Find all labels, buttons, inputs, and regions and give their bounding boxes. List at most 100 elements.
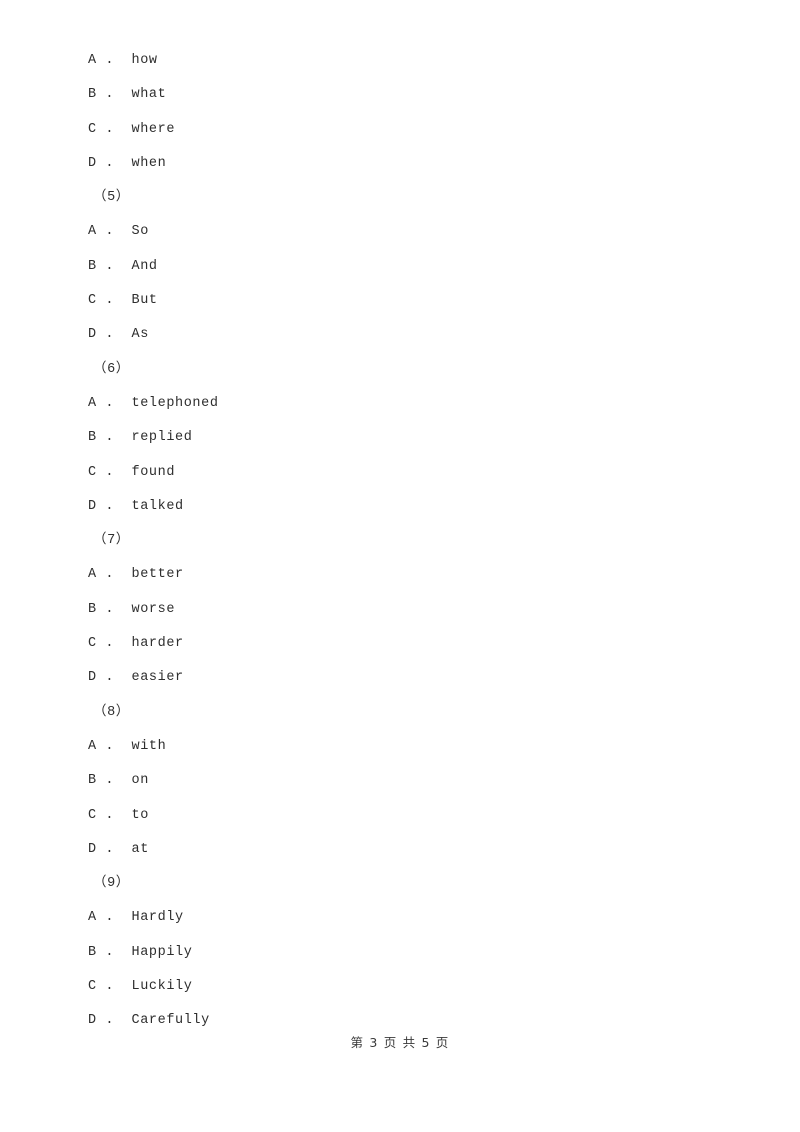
answer-option[interactable]: B . Happily [88, 936, 740, 970]
option-separator: . [96, 121, 132, 137]
option-text: telephoned [131, 395, 219, 411]
option-letter: A [88, 395, 97, 411]
option-text: Carefully [131, 1013, 210, 1029]
option-separator: . [96, 327, 132, 343]
option-letter: C [88, 121, 97, 137]
option-letter: A [88, 53, 97, 68]
option-separator: . [96, 464, 132, 480]
answer-option[interactable]: A . telephoned [88, 387, 740, 421]
option-letter: C [88, 636, 97, 652]
option-separator: . [96, 155, 132, 171]
option-letter: B [88, 430, 97, 446]
option-separator: . [96, 53, 132, 68]
page-footer: 第 3 页 共 5 页 [350, 1035, 450, 1050]
option-letter: C [88, 979, 97, 995]
option-separator: . [96, 258, 132, 274]
option-separator: . [96, 738, 132, 754]
option-text: So [131, 224, 149, 240]
question-number: （5） [93, 190, 130, 206]
option-letter: A [88, 910, 97, 926]
document-page: A . how B . what C . where D . when （5） A . S… [0, 0, 800, 1132]
option-text: replied [131, 430, 193, 446]
option-letter: B [88, 773, 97, 789]
document-body: A . how B . what C . where D . when （5） A . S… [88, 44, 740, 1039]
answer-option[interactable]: C . to [88, 799, 740, 833]
option-text: what [131, 87, 167, 103]
option-text: Hardly [131, 910, 184, 926]
option-separator: . [96, 87, 132, 103]
option-separator: . [96, 1013, 132, 1029]
option-text: easier [131, 670, 184, 686]
answer-option[interactable]: C . harder [88, 627, 740, 661]
option-separator: . [96, 636, 132, 652]
option-text: where [131, 121, 176, 137]
answer-option[interactable]: C . But [88, 284, 740, 318]
answer-option[interactable]: C . Luckily [88, 970, 740, 1004]
option-separator: . [96, 773, 132, 789]
option-letter: C [88, 464, 97, 480]
answer-option[interactable]: D . when [88, 147, 740, 181]
option-letter: D [88, 1013, 97, 1029]
answer-option[interactable]: D . talked [88, 490, 740, 524]
option-separator: . [96, 944, 132, 960]
answer-option[interactable]: D . easier [88, 661, 740, 695]
option-separator: . [96, 841, 132, 857]
option-letter: D [88, 327, 97, 343]
option-letter: B [88, 944, 97, 960]
option-separator: . [96, 293, 132, 309]
option-text: at [131, 841, 149, 857]
answer-option[interactable]: D . As [88, 318, 740, 352]
answer-option[interactable]: A . Hardly [88, 901, 740, 935]
answer-option[interactable]: A . So [88, 215, 740, 249]
option-letter: D [88, 670, 97, 686]
answer-option[interactable]: B . replied [88, 421, 740, 455]
option-text: worse [131, 601, 176, 617]
question-number: （9） [93, 876, 130, 892]
option-letter: A [88, 224, 97, 240]
option-text: And [131, 258, 158, 274]
option-text: with [131, 738, 167, 754]
answer-option[interactable]: A . how [88, 44, 740, 78]
option-text: better [131, 567, 184, 583]
option-text: on [131, 773, 149, 789]
option-separator: . [96, 601, 132, 617]
answer-option[interactable]: C . found [88, 456, 740, 490]
answer-option[interactable]: B . And [88, 250, 740, 284]
answer-option[interactable]: B . on [88, 764, 740, 798]
option-text: to [131, 807, 149, 823]
answer-option[interactable]: A . with [88, 730, 740, 764]
option-letter: B [88, 258, 97, 274]
option-separator: . [96, 670, 132, 686]
answer-option[interactable]: C . where [88, 113, 740, 147]
option-text: But [131, 293, 158, 309]
option-text: harder [131, 636, 184, 652]
option-separator: . [96, 498, 132, 514]
option-letter: C [88, 807, 97, 823]
option-text: found [131, 464, 176, 480]
option-separator: . [96, 567, 132, 583]
option-text: Luckily [131, 979, 193, 995]
option-text: Happily [131, 944, 193, 960]
option-separator: . [96, 979, 132, 995]
option-text: how [131, 53, 158, 68]
answer-option[interactable]: B . what [88, 78, 740, 112]
option-letter: D [88, 841, 97, 857]
option-text: when [131, 155, 167, 171]
question-number: （8） [93, 704, 130, 720]
question-number: （6） [93, 361, 130, 377]
option-text: As [131, 327, 149, 343]
option-separator: . [96, 430, 132, 446]
option-separator: . [96, 395, 132, 411]
option-separator: . [96, 224, 132, 240]
answer-option[interactable]: A . better [88, 558, 740, 592]
option-letter: A [88, 567, 97, 583]
option-separator: . [96, 807, 132, 823]
option-letter: D [88, 155, 97, 171]
option-letter: B [88, 601, 97, 617]
option-text: talked [131, 498, 184, 514]
option-letter: A [88, 738, 97, 754]
answer-option[interactable]: B . worse [88, 593, 740, 627]
answer-option[interactable]: D . at [88, 833, 740, 867]
option-letter: C [88, 293, 97, 309]
option-letter: B [88, 87, 97, 103]
